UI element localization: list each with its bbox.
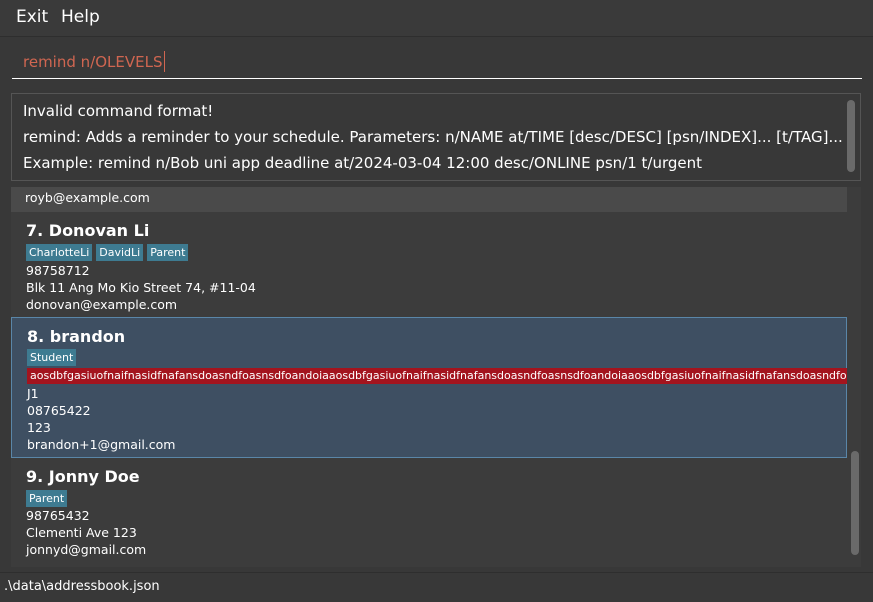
tag-list: Parent <box>26 490 68 507</box>
person-card-9[interactable]: 9. Jonny Doe Parent 98765432 Clementi Av… <box>11 458 847 567</box>
person-address: 123 <box>27 420 51 435</box>
person-email: brandon+1@gmail.com <box>27 437 176 452</box>
tag-list: Student <box>27 349 77 366</box>
menu-bar: Exit Help <box>0 0 873 37</box>
text-caret <box>164 51 165 72</box>
result-scrollbar[interactable] <box>847 100 855 172</box>
person-name: 8. brandon <box>27 327 126 346</box>
person-card-8[interactable]: 8. brandon Student aosdbfgasiuofnaifnasi… <box>11 317 847 458</box>
tag: DavidLi <box>96 244 144 261</box>
status-bar: .\data\addressbook.json <box>0 572 873 602</box>
command-box <box>0 37 873 87</box>
person-name: 7. Donovan Li <box>26 221 150 240</box>
person-address: Clementi Ave 123 <box>26 525 137 540</box>
tag: Parent <box>26 490 68 507</box>
person-list: royb@example.com 7. Donovan Li Charlotte… <box>11 187 861 567</box>
command-input[interactable] <box>12 45 862 79</box>
result-line-1: Invalid command format! <box>23 102 214 120</box>
person-field: J1 <box>27 386 39 401</box>
person-email: jonnyd@gmail.com <box>26 542 147 557</box>
save-location: .\data\addressbook.json <box>4 579 160 594</box>
list-scrollbar[interactable] <box>851 451 859 555</box>
tag: Parent <box>147 244 189 261</box>
person-name: 9. Jonny Doe <box>26 467 140 486</box>
person-phone: 08765422 <box>27 403 91 418</box>
person-phone: 98765432 <box>26 508 90 523</box>
result-line-3: Example: remind n/Bob uni app deadline a… <box>23 154 703 172</box>
result-line-2: remind: Adds a reminder to your schedule… <box>23 128 843 146</box>
person-phone: 98758712 <box>26 263 90 278</box>
person-address: Blk 11 Ang Mo Kio Street 74, #11-04 <box>26 280 256 295</box>
menu-exit[interactable]: Exit <box>16 7 48 27</box>
person-email: royb@example.com <box>25 190 150 205</box>
person-card-7[interactable]: 7. Donovan Li CharlotteLi DavidLi Parent… <box>11 212 847 317</box>
person-card-partial[interactable]: royb@example.com <box>11 187 847 212</box>
person-email: donovan@example.com <box>26 297 178 312</box>
tag: CharlotteLi <box>26 244 93 261</box>
menu-help[interactable]: Help <box>61 7 100 27</box>
result-display[interactable]: Invalid command format! remind: Adds a r… <box>11 93 861 181</box>
tag-list: CharlotteLi DavidLi Parent <box>26 244 189 261</box>
long-tag: aosdbfgasiuofnaifnasidfnafansdoasndfoasn… <box>27 368 847 384</box>
tag: Student <box>27 349 77 366</box>
